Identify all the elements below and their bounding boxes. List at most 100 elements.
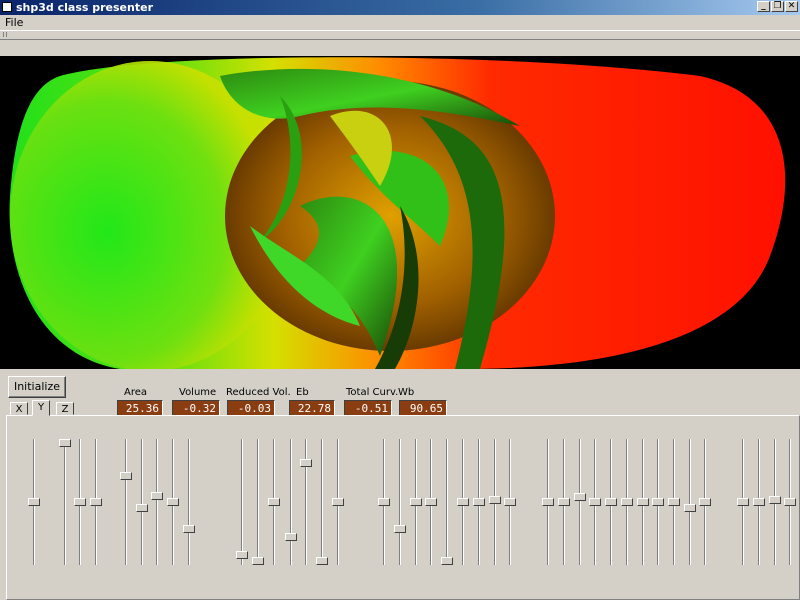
slider-thumb[interactable]: [684, 504, 696, 512]
slider-thumb[interactable]: [542, 498, 554, 506]
slider-thumb[interactable]: [668, 498, 680, 506]
slider-panel: [6, 415, 800, 600]
slider-thumb[interactable]: [753, 498, 765, 506]
slider-thumb[interactable]: [558, 498, 570, 506]
slider-thumb[interactable]: [285, 533, 297, 541]
menu-file[interactable]: File: [5, 16, 23, 29]
toolbar-grip[interactable]: [3, 32, 7, 37]
slider-19[interactable]: [410, 439, 422, 565]
tab-y[interactable]: Y: [32, 400, 50, 416]
slider-thumb[interactable]: [300, 459, 312, 467]
slider-25[interactable]: [504, 439, 516, 565]
slider-3[interactable]: [74, 439, 86, 565]
slider-track: [579, 439, 581, 565]
slider-thumb[interactable]: [457, 498, 469, 506]
slider-thumb[interactable]: [769, 496, 781, 504]
slider-thumb[interactable]: [120, 472, 132, 480]
tab-x[interactable]: X: [10, 402, 28, 415]
slider-thumb[interactable]: [316, 557, 328, 565]
slider-2[interactable]: [59, 439, 71, 565]
slider-10[interactable]: [236, 439, 248, 565]
slider-thumb[interactable]: [252, 557, 264, 565]
slider-14[interactable]: [300, 439, 312, 565]
slider-23[interactable]: [473, 439, 485, 565]
slider-36[interactable]: [699, 439, 711, 565]
slider-thumb[interactable]: [136, 504, 148, 512]
slider-7[interactable]: [151, 439, 163, 565]
slider-thumb[interactable]: [589, 498, 601, 506]
slider-8[interactable]: [167, 439, 179, 565]
3d-viewport[interactable]: [0, 56, 800, 369]
slider-thumb[interactable]: [425, 498, 437, 506]
slider-thumb[interactable]: [183, 525, 195, 533]
slider-thumb[interactable]: [236, 551, 248, 559]
slider-thumb[interactable]: [410, 498, 422, 506]
slider-35[interactable]: [684, 439, 696, 565]
slider-thumb[interactable]: [574, 493, 586, 501]
tab-z[interactable]: Z: [56, 402, 74, 415]
wb-label: Wb: [398, 387, 415, 398]
slider-40[interactable]: [784, 439, 796, 565]
volume-value: -0.32: [172, 400, 220, 416]
slider-9[interactable]: [183, 439, 195, 565]
slider-thumb[interactable]: [74, 498, 86, 506]
slider-thumb[interactable]: [637, 498, 649, 506]
slider-track: [125, 439, 127, 565]
slider-track: [689, 439, 691, 565]
slider-thumb[interactable]: [268, 498, 280, 506]
slider-thumb[interactable]: [378, 498, 390, 506]
slider-16[interactable]: [332, 439, 344, 565]
slider-20[interactable]: [425, 439, 437, 565]
slider-thumb[interactable]: [332, 498, 344, 506]
slider-track: [290, 439, 292, 565]
slider-thumb[interactable]: [737, 498, 749, 506]
slider-4[interactable]: [90, 439, 102, 565]
eb-value: 22.78: [289, 400, 335, 416]
slider-1[interactable]: [28, 439, 40, 565]
slider-thumb[interactable]: [151, 492, 163, 500]
slider-thumb[interactable]: [441, 557, 453, 565]
slider-34[interactable]: [668, 439, 680, 565]
slider-thumb[interactable]: [621, 498, 633, 506]
slider-5[interactable]: [120, 439, 132, 565]
restore-button[interactable]: ❐: [771, 1, 784, 12]
slider-26[interactable]: [542, 439, 554, 565]
close-button[interactable]: ✕: [785, 1, 798, 12]
slider-37[interactable]: [737, 439, 749, 565]
slider-17[interactable]: [378, 439, 390, 565]
slider-thumb[interactable]: [473, 498, 485, 506]
slider-6[interactable]: [136, 439, 148, 565]
slider-38[interactable]: [753, 439, 765, 565]
slider-thumb[interactable]: [784, 498, 796, 506]
slider-21[interactable]: [441, 439, 453, 565]
slider-28[interactable]: [574, 439, 586, 565]
slider-thumb[interactable]: [394, 525, 406, 533]
slider-thumb[interactable]: [699, 498, 711, 506]
slider-33[interactable]: [652, 439, 664, 565]
slider-thumb[interactable]: [167, 498, 179, 506]
slider-track: [446, 439, 448, 565]
slider-thumb[interactable]: [59, 439, 71, 447]
slider-thumb[interactable]: [652, 498, 664, 506]
slider-18[interactable]: [394, 439, 406, 565]
minimize-button[interactable]: _: [757, 1, 770, 12]
slider-31[interactable]: [621, 439, 633, 565]
volume-label: Volume: [179, 387, 217, 398]
slider-15[interactable]: [316, 439, 328, 565]
slider-24[interactable]: [489, 439, 501, 565]
slider-thumb[interactable]: [90, 498, 102, 506]
slider-22[interactable]: [457, 439, 469, 565]
initialize-button[interactable]: Initialize: [8, 376, 66, 398]
slider-30[interactable]: [605, 439, 617, 565]
slider-27[interactable]: [558, 439, 570, 565]
slider-29[interactable]: [589, 439, 601, 565]
slider-39[interactable]: [769, 439, 781, 565]
slider-11[interactable]: [252, 439, 264, 565]
slider-thumb[interactable]: [489, 496, 501, 504]
slider-thumb[interactable]: [28, 498, 40, 506]
slider-13[interactable]: [285, 439, 297, 565]
slider-thumb[interactable]: [605, 498, 617, 506]
slider-32[interactable]: [637, 439, 649, 565]
slider-12[interactable]: [268, 439, 280, 565]
slider-thumb[interactable]: [504, 498, 516, 506]
